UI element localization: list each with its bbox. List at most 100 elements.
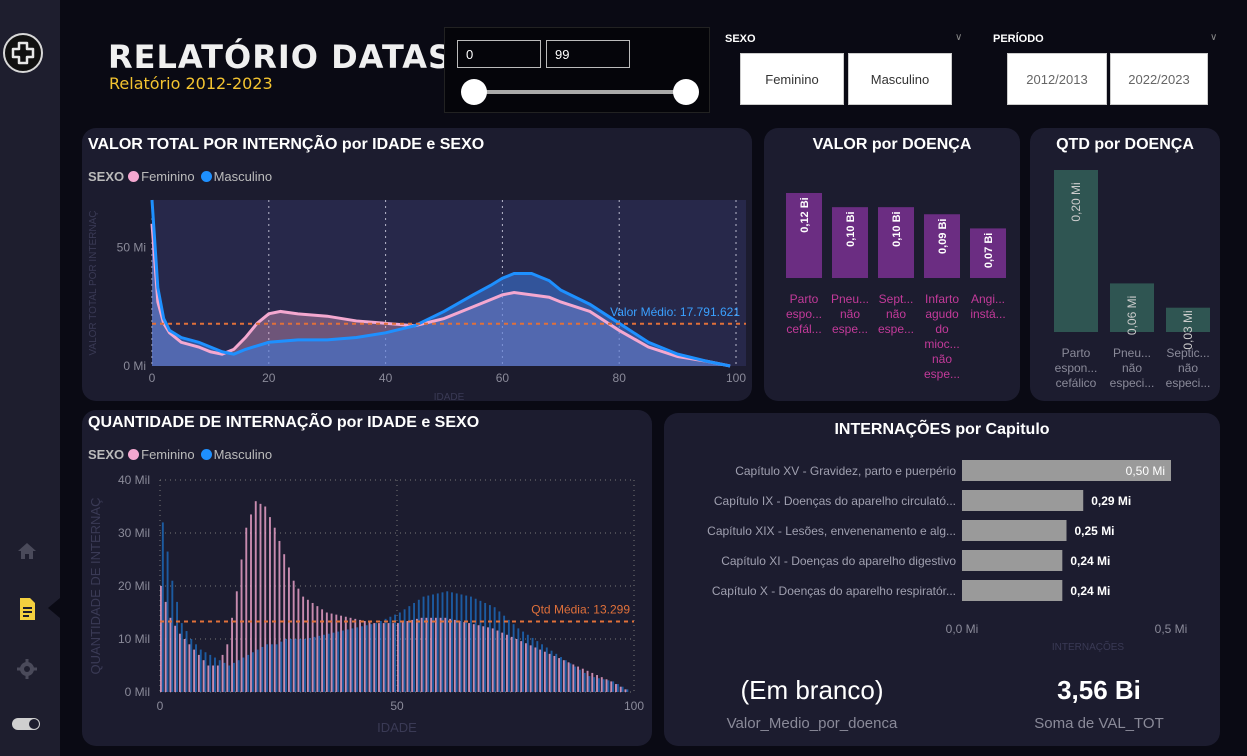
valor-doenca-panel: VALOR por DOENÇA 0,12 Bi 0,10 Bi 0,10 Bi 0,…	[764, 128, 1020, 401]
bar-feminino	[501, 632, 504, 692]
y-axis-label: QUANTIDADE DE INTERNAÇ	[88, 498, 103, 675]
bar-masculino	[266, 644, 269, 692]
bar-feminino	[160, 586, 162, 692]
bar-masculino	[583, 672, 586, 692]
bar-feminino	[553, 655, 556, 692]
bar-masculino	[294, 639, 297, 692]
bar-value-label: 0,20 Mi	[1069, 182, 1083, 221]
sexo-option-masculino[interactable]: Masculino	[848, 53, 952, 105]
bar-feminino	[278, 540, 281, 692]
bar-feminino	[359, 619, 361, 692]
bar-masculino	[365, 625, 368, 692]
bar-category-label: Angi... instá...	[970, 292, 1006, 321]
bar-feminino	[311, 602, 314, 692]
bar-masculino	[541, 644, 543, 692]
bar-feminino	[491, 628, 494, 692]
age-max-input[interactable]: 99	[546, 40, 630, 68]
bar-masculino	[484, 602, 487, 692]
age-slider-max-handle[interactable]	[673, 79, 699, 105]
age-min-input[interactable]: 0	[457, 40, 541, 68]
bar-feminino	[178, 633, 181, 692]
bar-category-label: Capítulo X - Doenças do aparelho respira…	[712, 584, 956, 598]
kpi-valor-medio-label: Valor_Medio_por_doenca	[726, 715, 898, 732]
bar-feminino	[216, 665, 219, 692]
x-axis-label: IDADE	[434, 392, 465, 401]
bar-masculino	[455, 593, 458, 692]
bar-masculino	[389, 616, 392, 692]
chevron-down-icon[interactable]: ∨	[955, 32, 962, 43]
x-tick-label: 60	[496, 371, 510, 385]
bar-feminino	[524, 643, 527, 692]
x-tick-label: 0,0 Mi	[946, 622, 979, 636]
bar-category-label: Capítulo XIX - Lesões, envenenamento e a…	[707, 524, 956, 538]
bar-masculino	[446, 591, 449, 692]
bar-masculino	[555, 653, 558, 692]
bar-feminino	[254, 501, 257, 692]
bar-masculino	[498, 611, 501, 692]
x-tick-label: 100	[624, 699, 644, 713]
bar-masculino	[507, 619, 510, 692]
y-tick-label: 50 Mi	[117, 240, 146, 254]
bar-masculino	[493, 607, 496, 692]
bar-feminino	[449, 618, 452, 692]
bar-masculino	[327, 633, 330, 692]
bar-feminino	[624, 689, 627, 692]
bar-masculino	[612, 681, 615, 692]
bar-feminino	[392, 623, 395, 692]
report-icon[interactable]	[16, 597, 38, 620]
bar-masculino	[313, 636, 316, 692]
bar-feminino	[411, 619, 414, 692]
periodo-option-2022[interactable]: 2022/2023	[1110, 53, 1208, 105]
sexo-option-feminino[interactable]: Feminino	[740, 53, 844, 105]
bar-feminino	[472, 624, 475, 692]
bar-feminino	[506, 634, 508, 692]
bar-feminino	[439, 617, 442, 692]
bar-value-label: 0,09 Bi	[937, 219, 949, 254]
bar-feminino	[434, 617, 437, 692]
bar-masculino	[441, 592, 444, 692]
bar-feminino	[368, 622, 371, 692]
bar-feminino	[226, 644, 229, 692]
home-icon[interactable]	[16, 540, 38, 562]
capitulo-panel: INTERNAÇÕES por Capitulo Capítulo XV - G…	[664, 413, 1220, 746]
bar-masculino	[526, 634, 529, 692]
chevron-down-icon[interactable]: ∨	[1210, 32, 1217, 43]
bar-feminino	[387, 623, 390, 692]
bar-masculino	[427, 595, 430, 692]
bar-masculino	[285, 639, 288, 692]
bar-masculino	[228, 665, 231, 692]
y-tick-label: 40 Mil	[118, 473, 150, 487]
bar-feminino	[558, 658, 561, 692]
bar-masculino	[280, 641, 283, 692]
age-slider-min-handle[interactable]	[461, 79, 487, 105]
toggle-icon[interactable]	[12, 718, 40, 730]
age-slider-track[interactable]	[465, 90, 691, 94]
bar-masculino	[304, 639, 306, 692]
periodo-option-2012[interactable]: 2012/2013	[1007, 53, 1107, 105]
x-tick-label: 0	[157, 699, 164, 713]
bar-masculino	[413, 602, 416, 692]
kpi-valor-medio-value: (Em branco)	[740, 675, 884, 705]
bar-masculino	[408, 606, 411, 692]
bar-value-label: 0,10 Bi	[845, 211, 857, 246]
y-tick-label: 0 Mi	[123, 359, 146, 373]
bar-masculino	[299, 639, 302, 692]
bar-masculino	[214, 657, 216, 692]
bar-feminino	[487, 627, 489, 692]
gear-icon[interactable]	[16, 658, 38, 680]
bar-feminino	[510, 636, 513, 692]
bar-masculino	[517, 628, 520, 692]
bar-masculino	[616, 684, 619, 692]
bar-masculino	[190, 639, 193, 692]
bar-masculino	[209, 654, 212, 692]
average-label: Valor Médio: 17.791.621	[610, 305, 740, 319]
bar-value-label: 0,12 Bi	[799, 197, 811, 232]
bar-value-label: 0,10 Bi	[891, 211, 903, 246]
bar-feminino	[373, 623, 376, 692]
bar	[962, 490, 1084, 511]
bar-masculino	[351, 628, 354, 692]
bar-feminino	[539, 649, 542, 692]
bar-category-label: Parto espon... cefálico	[1054, 346, 1098, 390]
bar-masculino	[332, 632, 335, 692]
bar-feminino	[240, 559, 243, 692]
